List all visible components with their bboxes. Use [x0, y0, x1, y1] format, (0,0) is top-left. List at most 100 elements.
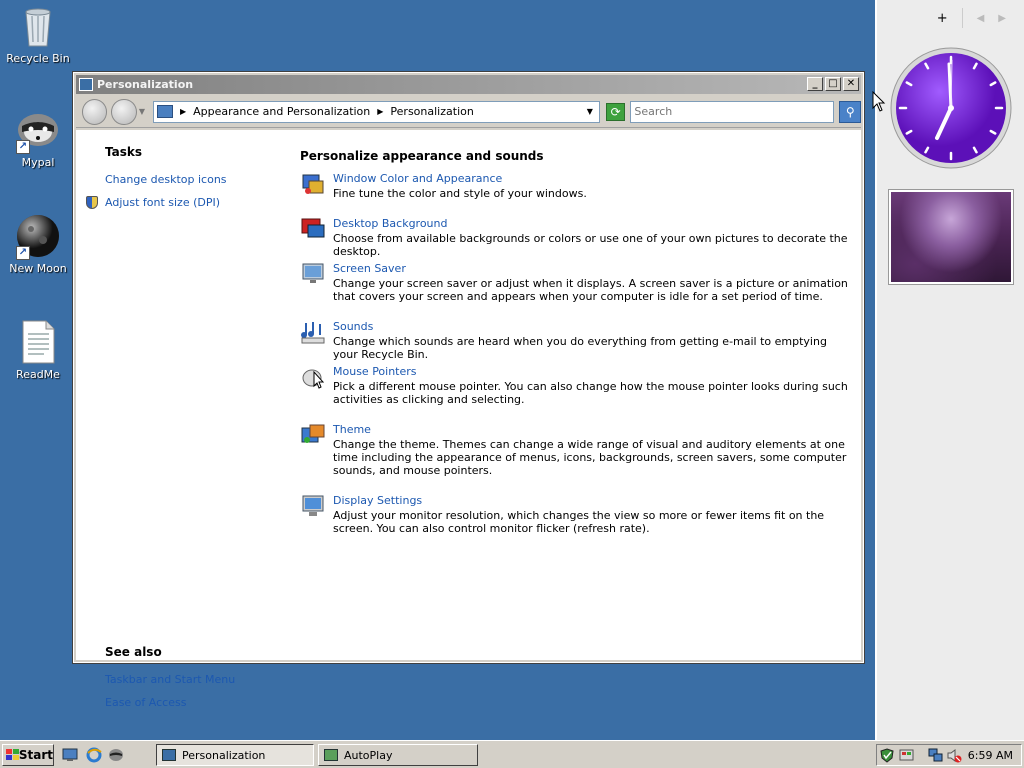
screen-saver-icon [302, 263, 324, 283]
close-button[interactable]: ✕ [843, 77, 859, 91]
item-description: Fine tune the color and style of your wi… [333, 187, 587, 200]
mouse-cursor-icon [872, 91, 886, 112]
clock-face-icon [890, 47, 1012, 169]
list-item-window-color: Window Color and Appearance Fine tune th… [300, 171, 855, 216]
desktop-icon-readme[interactable]: ReadMe [0, 318, 76, 381]
desktop-icon-recycle-bin[interactable]: Recycle Bin [0, 2, 76, 65]
task-change-desktop-icons[interactable]: Change desktop icons [105, 168, 285, 191]
personalization-window: Personalization _ □ ✕ ▼ ▶ Appearance and… [72, 71, 865, 709]
taskbar-clock[interactable]: 6:59 AM [968, 749, 1013, 762]
control-panel-icon [156, 105, 173, 118]
item-description: Change the theme. Themes can change a wi… [333, 438, 847, 477]
start-button[interactable]: Start [2, 744, 54, 766]
item-description: Choose from available backgrounds or col… [333, 232, 848, 258]
show-desktop-icon[interactable] [62, 747, 78, 763]
address-bar: ▼ ▶ Appearance and Personalization ▶ Per… [76, 96, 861, 128]
taskbar-item-autoplay[interactable]: AutoPlay [318, 744, 478, 766]
breadcrumb-arrow-icon[interactable]: ▶ [180, 107, 186, 116]
screen-saver-link[interactable]: Screen Saver [333, 261, 855, 277]
breadcrumb-arrow-icon[interactable]: ▶ [377, 107, 383, 116]
recent-pages-dropdown[interactable]: ▼ [139, 107, 145, 116]
taskbar: Start Personalization AutoPlay 6:59 AM [0, 740, 1024, 768]
breadcrumb-item[interactable]: Appearance and Personalization [193, 105, 370, 118]
windows-logo-icon [6, 748, 19, 762]
taskbar-item-personalization[interactable]: Personalization [156, 744, 314, 766]
slideshow-gadget[interactable] [888, 189, 1014, 285]
security-center-icon[interactable] [880, 747, 895, 763]
text-document-icon [14, 318, 62, 366]
forward-button[interactable] [111, 98, 137, 125]
list-item-screen-saver: Screen Saver Change your screen saver or… [300, 261, 855, 319]
shortcut-arrow-icon: ↗ [16, 246, 30, 260]
window-controls: _ □ ✕ [807, 77, 859, 91]
task-adjust-font-size[interactable]: Adjust font size (DPI) [86, 191, 285, 214]
desktop-background-link[interactable]: Desktop Background [333, 216, 855, 232]
add-gadget-button[interactable]: + [937, 11, 948, 26]
color-palette-icon [302, 174, 324, 194]
maximize-button[interactable]: □ [825, 77, 841, 91]
windows-update-icon[interactable] [899, 748, 914, 763]
sidebar-controls: + ◀ ▶ [937, 8, 1006, 28]
search-input[interactable] [630, 100, 835, 123]
mouse-pointer-icon [302, 369, 325, 389]
mypal-icon[interactable] [108, 747, 124, 763]
link-taskbar-start-menu[interactable]: Taskbar and Start Menu [105, 668, 285, 691]
item-description: Change which sounds are heard when you d… [333, 335, 827, 361]
see-also-panel: See also Taskbar and Start Menu Ease of … [105, 645, 285, 714]
link-ease-of-access[interactable]: Ease of Access [105, 691, 285, 714]
desktop-icon-label: New Moon [9, 262, 67, 275]
back-button[interactable] [82, 98, 108, 125]
sidebar-divider [961, 8, 963, 28]
sounds-icon [301, 322, 325, 344]
next-page-button[interactable]: ▶ [998, 13, 1006, 24]
clock-gadget[interactable] [889, 46, 1013, 170]
window-title: Personalization [97, 78, 194, 91]
system-tray: 6:59 AM [876, 744, 1022, 766]
main-panel: Personalize appearance and sounds Window… [300, 149, 855, 538]
theme-link[interactable]: Theme [333, 422, 855, 438]
previous-page-button[interactable]: ◀ [977, 13, 985, 24]
title-bar[interactable]: Personalization _ □ ✕ [76, 75, 861, 94]
desktop-icon-label: Mypal [21, 156, 55, 169]
tasks-heading: Tasks [105, 145, 143, 159]
sounds-link[interactable]: Sounds [333, 319, 855, 335]
breadcrumb[interactable]: ▶ Appearance and Personalization ▶ Perso… [152, 100, 600, 123]
taskbar-item-label: Personalization [182, 748, 266, 762]
breadcrumb-item[interactable]: Personalization [390, 105, 473, 118]
desktop-icon-label: Recycle Bin [6, 52, 70, 65]
tasks-panel: Tasks Change desktop icons Adjust font s… [86, 145, 285, 214]
shortcut-arrow-icon: ↗ [16, 140, 30, 154]
control-panel-icon [79, 78, 93, 91]
display-settings-link[interactable]: Display Settings [333, 493, 855, 509]
theme-icon [301, 424, 325, 443]
refresh-button[interactable]: ⟳ [605, 102, 626, 121]
item-description: Pick a different mouse pointer. You can … [333, 380, 848, 406]
address-dropdown[interactable]: ▼ [587, 107, 593, 116]
content-pane: Tasks Change desktop icons Adjust font s… [76, 130, 861, 709]
list-item-display-settings: Display Settings Adjust your monitor res… [300, 493, 855, 538]
list-item-mouse-pointers: Mouse Pointers Pick a different mouse po… [300, 364, 855, 422]
network-icon[interactable] [928, 748, 943, 763]
uac-shield-icon [86, 196, 98, 209]
desktop-icon-mypal[interactable]: ↗ Mypal [0, 106, 76, 169]
display-settings-icon [302, 495, 324, 516]
volume-muted-icon[interactable] [947, 748, 962, 763]
recycle-bin-icon [14, 2, 62, 50]
search-icon[interactable]: ⚲ [839, 100, 861, 123]
mypal-raccoon-icon: ↗ [14, 106, 62, 154]
sidebar: + ◀ ▶ [875, 0, 1024, 740]
autoplay-icon [324, 749, 338, 761]
mouse-pointers-link[interactable]: Mouse Pointers [333, 364, 855, 380]
list-item-sounds: Sounds Change which sounds are heard whe… [300, 319, 855, 364]
start-label: Start [18, 748, 53, 762]
list-item-theme: Theme Change the theme. Themes can chang… [300, 422, 855, 493]
internet-explorer-icon[interactable] [86, 747, 102, 763]
task-link-label: Adjust font size (DPI) [105, 196, 221, 209]
list-item-desktop-background: Desktop Background Choose from available… [300, 216, 855, 261]
window-color-link[interactable]: Window Color and Appearance [333, 171, 855, 187]
desktop-icon-new-moon[interactable]: ↗ New Moon [0, 212, 76, 275]
desktop-background-icon [301, 218, 325, 238]
item-description: Adjust your monitor resolution, which ch… [333, 509, 825, 535]
desktop-icon-label: ReadMe [16, 368, 60, 381]
minimize-button[interactable]: _ [807, 77, 823, 91]
